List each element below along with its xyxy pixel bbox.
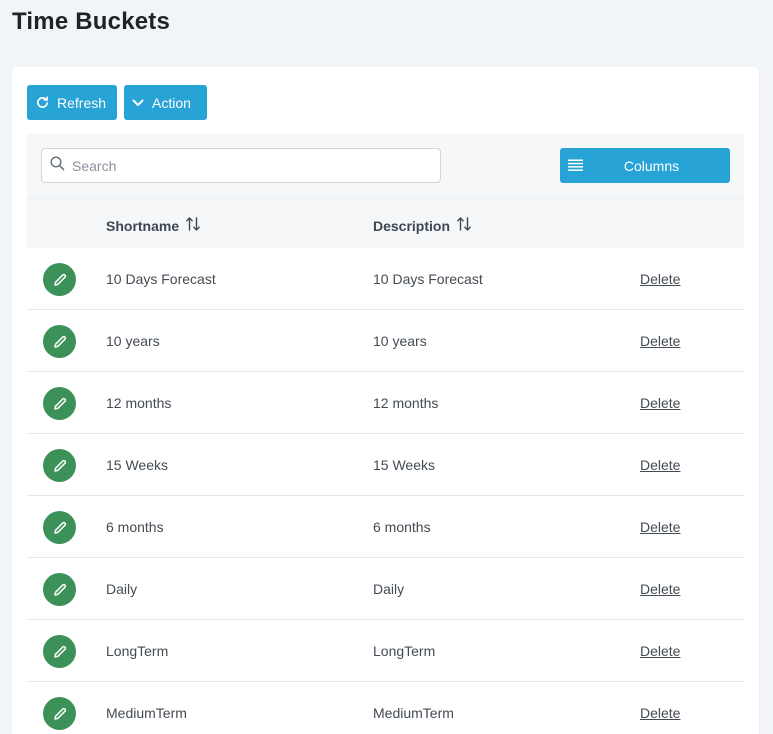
delete-link[interactable]: Delete: [640, 581, 680, 597]
edit-button[interactable]: [43, 635, 76, 668]
search-input[interactable]: [72, 157, 432, 174]
cell-description: 10 Days Forecast: [373, 271, 483, 287]
table-header: Shortname Description: [27, 198, 744, 248]
delete-link[interactable]: Delete: [640, 519, 680, 535]
column-header-label: Description: [373, 217, 451, 234]
cell-shortname: LongTerm: [106, 643, 169, 659]
edit-button[interactable]: [43, 573, 76, 606]
cell-description: 15 Weeks: [373, 457, 435, 473]
edit-button[interactable]: [43, 449, 76, 482]
action-button-label: Action: [152, 94, 191, 111]
sort-icon[interactable]: [456, 216, 472, 235]
columns-button-label: Columns: [623, 158, 680, 174]
edit-button[interactable]: [43, 697, 76, 730]
delete-link[interactable]: Delete: [640, 643, 680, 659]
pencil-icon: [53, 335, 66, 348]
table-row: 15 Weeks 15 Weeks Delete: [27, 434, 744, 496]
pencil-icon: [53, 707, 66, 720]
delete-link[interactable]: Delete: [640, 271, 680, 287]
chevron-down-icon: [132, 97, 144, 109]
cell-shortname: 15 Weeks: [106, 457, 168, 473]
column-header-shortname[interactable]: Shortname: [106, 216, 201, 235]
table-row: 10 Days Forecast 10 Days Forecast Delete: [27, 248, 744, 310]
action-button[interactable]: Action: [124, 85, 207, 120]
cell-shortname: 10 Days Forecast: [106, 271, 216, 287]
delete-link[interactable]: Delete: [640, 705, 680, 721]
cell-description: LongTerm: [373, 643, 436, 659]
cell-description: 12 months: [373, 395, 439, 411]
edit-button[interactable]: [43, 511, 76, 544]
cell-shortname: Daily: [106, 581, 138, 597]
table-toolbar: Columns: [27, 134, 744, 198]
cell-description: 6 months: [373, 519, 431, 535]
table-body: 10 Days Forecast 10 Days Forecast Delete…: [27, 248, 744, 734]
table-row: MediumTerm MediumTerm Delete: [27, 682, 744, 734]
table-row: 6 months 6 months Delete: [27, 496, 744, 558]
refresh-button[interactable]: Refresh: [27, 85, 117, 120]
pencil-icon: [53, 645, 66, 658]
pencil-icon: [53, 397, 66, 410]
refresh-icon: [36, 96, 49, 109]
pencil-icon: [53, 583, 66, 596]
edit-button[interactable]: [43, 325, 76, 358]
columns-button[interactable]: Columns: [560, 148, 730, 183]
delete-link[interactable]: Delete: [640, 395, 680, 411]
delete-link[interactable]: Delete: [640, 457, 680, 473]
edit-button[interactable]: [43, 387, 76, 420]
cell-shortname: 12 months: [106, 395, 172, 411]
search-box[interactable]: [41, 148, 441, 183]
pencil-icon: [53, 521, 66, 534]
table-row: Daily Daily Delete: [27, 558, 744, 620]
cell-description: 10 years: [373, 333, 427, 349]
page-title: Time Buckets: [12, 8, 171, 35]
column-header-label: Shortname: [106, 217, 180, 234]
table-row: 12 months 12 months Delete: [27, 372, 744, 434]
refresh-button-label: Refresh: [57, 94, 107, 111]
content-card: Refresh Action Search Columns Shortname …: [12, 67, 759, 734]
edit-button[interactable]: [43, 263, 76, 296]
cell-description: MediumTerm: [373, 705, 454, 721]
cell-shortname: 10 years: [106, 333, 160, 349]
cell-shortname: MediumTerm: [106, 705, 187, 721]
cell-description: Daily: [373, 581, 405, 597]
table-row: LongTerm LongTerm Delete: [27, 620, 744, 682]
column-header-description[interactable]: Description: [373, 216, 472, 235]
table-row: 10 years 10 years Delete: [27, 310, 744, 372]
delete-link[interactable]: Delete: [640, 333, 680, 349]
cell-shortname: 6 months: [106, 519, 164, 535]
pencil-icon: [53, 273, 66, 286]
pencil-icon: [53, 459, 66, 472]
search-icon: [50, 155, 65, 176]
sort-icon[interactable]: [185, 216, 201, 235]
